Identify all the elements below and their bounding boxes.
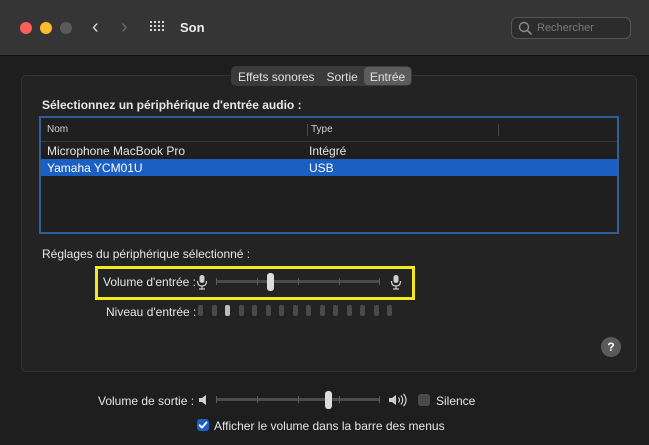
- search-icon: [518, 21, 532, 35]
- speaker-low-icon: [199, 395, 206, 405]
- close-button[interactable]: [20, 22, 32, 34]
- device-type: Intégré: [309, 144, 347, 158]
- slider-tick: [257, 396, 258, 403]
- level-meter-segment: [292, 305, 298, 316]
- zoom-button[interactable]: [60, 22, 72, 34]
- level-meter-segment: [306, 305, 311, 316]
- input-level-meter: [198, 305, 408, 317]
- device-section-heading: Sélectionnez un périphérique d'entrée au…: [42, 98, 302, 112]
- input-volume-slider[interactable]: [216, 272, 380, 292]
- window-title: Son: [180, 20, 205, 35]
- level-meter-segment: [387, 305, 392, 316]
- tab-sortie[interactable]: Sortie: [321, 67, 364, 85]
- column-header-type[interactable]: Type: [311, 124, 333, 135]
- mute-label: Silence: [436, 394, 476, 408]
- device-table: Nom Type Microphone MacBook Pro Intégré …: [39, 116, 619, 234]
- column-header-name[interactable]: Nom: [47, 124, 68, 135]
- level-meter-segment: [198, 305, 203, 316]
- level-meter-segment: [265, 305, 271, 316]
- slider-tick: [298, 396, 299, 403]
- column-divider[interactable]: [307, 124, 308, 136]
- level-meter-segment: [360, 305, 365, 316]
- slider-tick: [216, 396, 217, 403]
- level-meter-segment: [238, 305, 244, 316]
- input-level-label: Niveau d'entrée :: [106, 305, 197, 319]
- search-field[interactable]: Rechercher: [511, 17, 631, 39]
- table-row[interactable]: Microphone MacBook Pro Intégré: [41, 142, 617, 159]
- level-meter-segment: [346, 305, 352, 316]
- slider-tick: [216, 278, 217, 285]
- level-meter-segment: [252, 305, 257, 316]
- window-titlebar: ‹ › Son Rechercher: [0, 0, 649, 56]
- slider-tick: [257, 278, 258, 285]
- input-volume-label: Volume d'entrée :: [103, 275, 197, 289]
- mute-checkbox[interactable]: [418, 394, 430, 406]
- forward-chevron-icon[interactable]: ›: [121, 17, 128, 37]
- help-icon[interactable]: ?: [601, 337, 621, 357]
- settings-heading: Réglages du périphérique sélectionné :: [42, 247, 251, 261]
- microphone-icon: [390, 275, 402, 290]
- level-meter-segment: [373, 305, 379, 316]
- table-row-selected[interactable]: Yamaha YCM01U USB: [41, 159, 617, 176]
- back-chevron-icon[interactable]: ‹: [92, 17, 99, 37]
- slider-knob[interactable]: [267, 273, 274, 291]
- level-meter-segment: [225, 305, 230, 316]
- search-placeholder: Rechercher: [537, 22, 594, 34]
- grid-icon[interactable]: [150, 21, 166, 33]
- microphone-icon: [196, 275, 208, 290]
- output-volume-label: Volume de sortie :: [98, 394, 195, 408]
- output-volume-slider[interactable]: [216, 390, 380, 410]
- slider-knob[interactable]: [325, 391, 332, 409]
- checkmark-icon: [198, 421, 208, 429]
- table-header: Nom Type: [41, 118, 617, 142]
- speaker-high-icon: [389, 393, 407, 407]
- level-meter-segment: [279, 305, 284, 316]
- menubar-checkbox[interactable]: [197, 419, 209, 431]
- slider-tick: [298, 278, 299, 285]
- tab-effets-sonores[interactable]: Effets sonores: [232, 67, 321, 85]
- menubar-label: Afficher le volume dans la barre des men…: [214, 419, 445, 433]
- level-meter-segment: [333, 305, 338, 316]
- slider-tick: [379, 396, 380, 403]
- level-meter-segment: [319, 305, 325, 316]
- level-meter-segment: [211, 305, 217, 316]
- slider-tick: [339, 396, 340, 403]
- slider-tick: [379, 278, 380, 285]
- tab-entree[interactable]: Entrée: [363, 67, 412, 85]
- device-name: Microphone MacBook Pro: [47, 144, 186, 158]
- tab-bar: Effets sonores Sortie Entrée: [231, 66, 413, 86]
- device-type: USB: [309, 161, 334, 175]
- device-name: Yamaha YCM01U: [47, 161, 143, 175]
- minimize-button[interactable]: [40, 22, 52, 34]
- slider-tick: [339, 278, 340, 285]
- column-divider[interactable]: [498, 124, 499, 136]
